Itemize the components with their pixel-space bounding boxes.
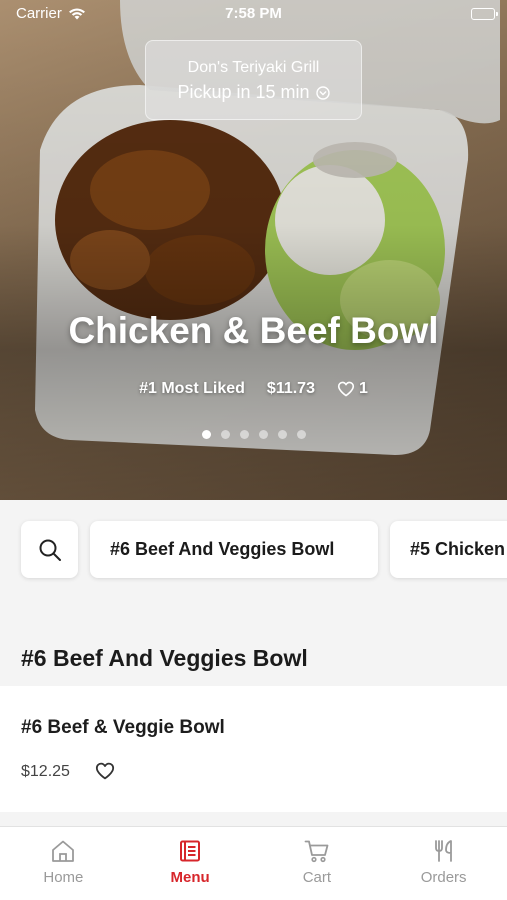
- menu-item-price: $12.25: [21, 763, 70, 780]
- featured-likes[interactable]: 1: [337, 380, 368, 398]
- featured-item-title: Chicken & Beef Bowl: [68, 310, 439, 351]
- carousel-dot[interactable]: [201, 430, 211, 439]
- pickup-time-label: Pickup in 15 min: [177, 82, 310, 102]
- carousel-dot[interactable]: [239, 430, 249, 439]
- favorite-heart-icon[interactable]: [95, 762, 115, 780]
- search-icon: [39, 539, 61, 561]
- menu-item-name: #6 Beef & Veggie Bowl: [21, 717, 225, 738]
- pickup-selector[interactable]: Don's Teriyaki Grill Pickup in 15 min: [145, 40, 362, 120]
- tab-home[interactable]: Home: [0, 827, 127, 900]
- tab-bar: Home Menu Cart Orders: [0, 826, 507, 900]
- search-button[interactable]: [21, 521, 78, 578]
- tab-cart[interactable]: Cart: [254, 827, 381, 900]
- tab-orders[interactable]: Orders: [380, 827, 507, 900]
- tab-home-label: Home: [43, 869, 84, 886]
- menu-item-card[interactable]: #6 Beef & Veggie Bowl $12.25: [0, 686, 507, 812]
- category-chip[interactable]: #6 Beef And Veggies Bowl: [90, 521, 378, 578]
- restaurant-name: Don's Teriyaki Grill: [187, 59, 320, 76]
- tab-menu[interactable]: Menu: [127, 827, 254, 900]
- section-title: #6 Beef And Veggies Bowl: [21, 645, 308, 671]
- carousel-indicator[interactable]: [0, 430, 507, 439]
- tab-menu-label: Menu: [170, 869, 210, 886]
- menu-icon: [180, 840, 201, 862]
- featured-badge: #1 Most Liked: [139, 380, 245, 397]
- hero-banner[interactable]: Carrier 7:58 PM Don's Teriyaki Grill Pic…: [0, 0, 507, 500]
- heart-icon: [337, 381, 355, 397]
- featured-item-meta: #1 Most Liked $11.73 1: [0, 380, 507, 398]
- cart-icon: [304, 840, 329, 863]
- status-bar: Carrier 7:58 PM: [0, 0, 507, 28]
- category-bar[interactable]: #6 Beef And Veggies Bowl #5 Chicken Teri…: [0, 500, 507, 610]
- home-icon: [52, 840, 75, 862]
- battery-icon: [471, 8, 498, 20]
- orders-icon: [434, 840, 452, 862]
- category-chip[interactable]: #5 Chicken Teriyaki: [390, 521, 507, 578]
- clock: 7:58 PM: [225, 5, 282, 22]
- chevron-down-circle-icon: [315, 85, 330, 100]
- carousel-dot[interactable]: [296, 430, 306, 439]
- carousel-dot[interactable]: [277, 430, 287, 439]
- featured-price: $11.73: [266, 380, 315, 397]
- tab-orders-label: Orders: [420, 869, 467, 886]
- pickup-time: Pickup in 15 min: [146, 82, 361, 103]
- carousel-dot[interactable]: [220, 430, 230, 439]
- tab-cart-label: Cart: [302, 869, 332, 886]
- featured-likes-count: 1: [358, 380, 368, 397]
- carousel-dot[interactable]: [258, 430, 268, 439]
